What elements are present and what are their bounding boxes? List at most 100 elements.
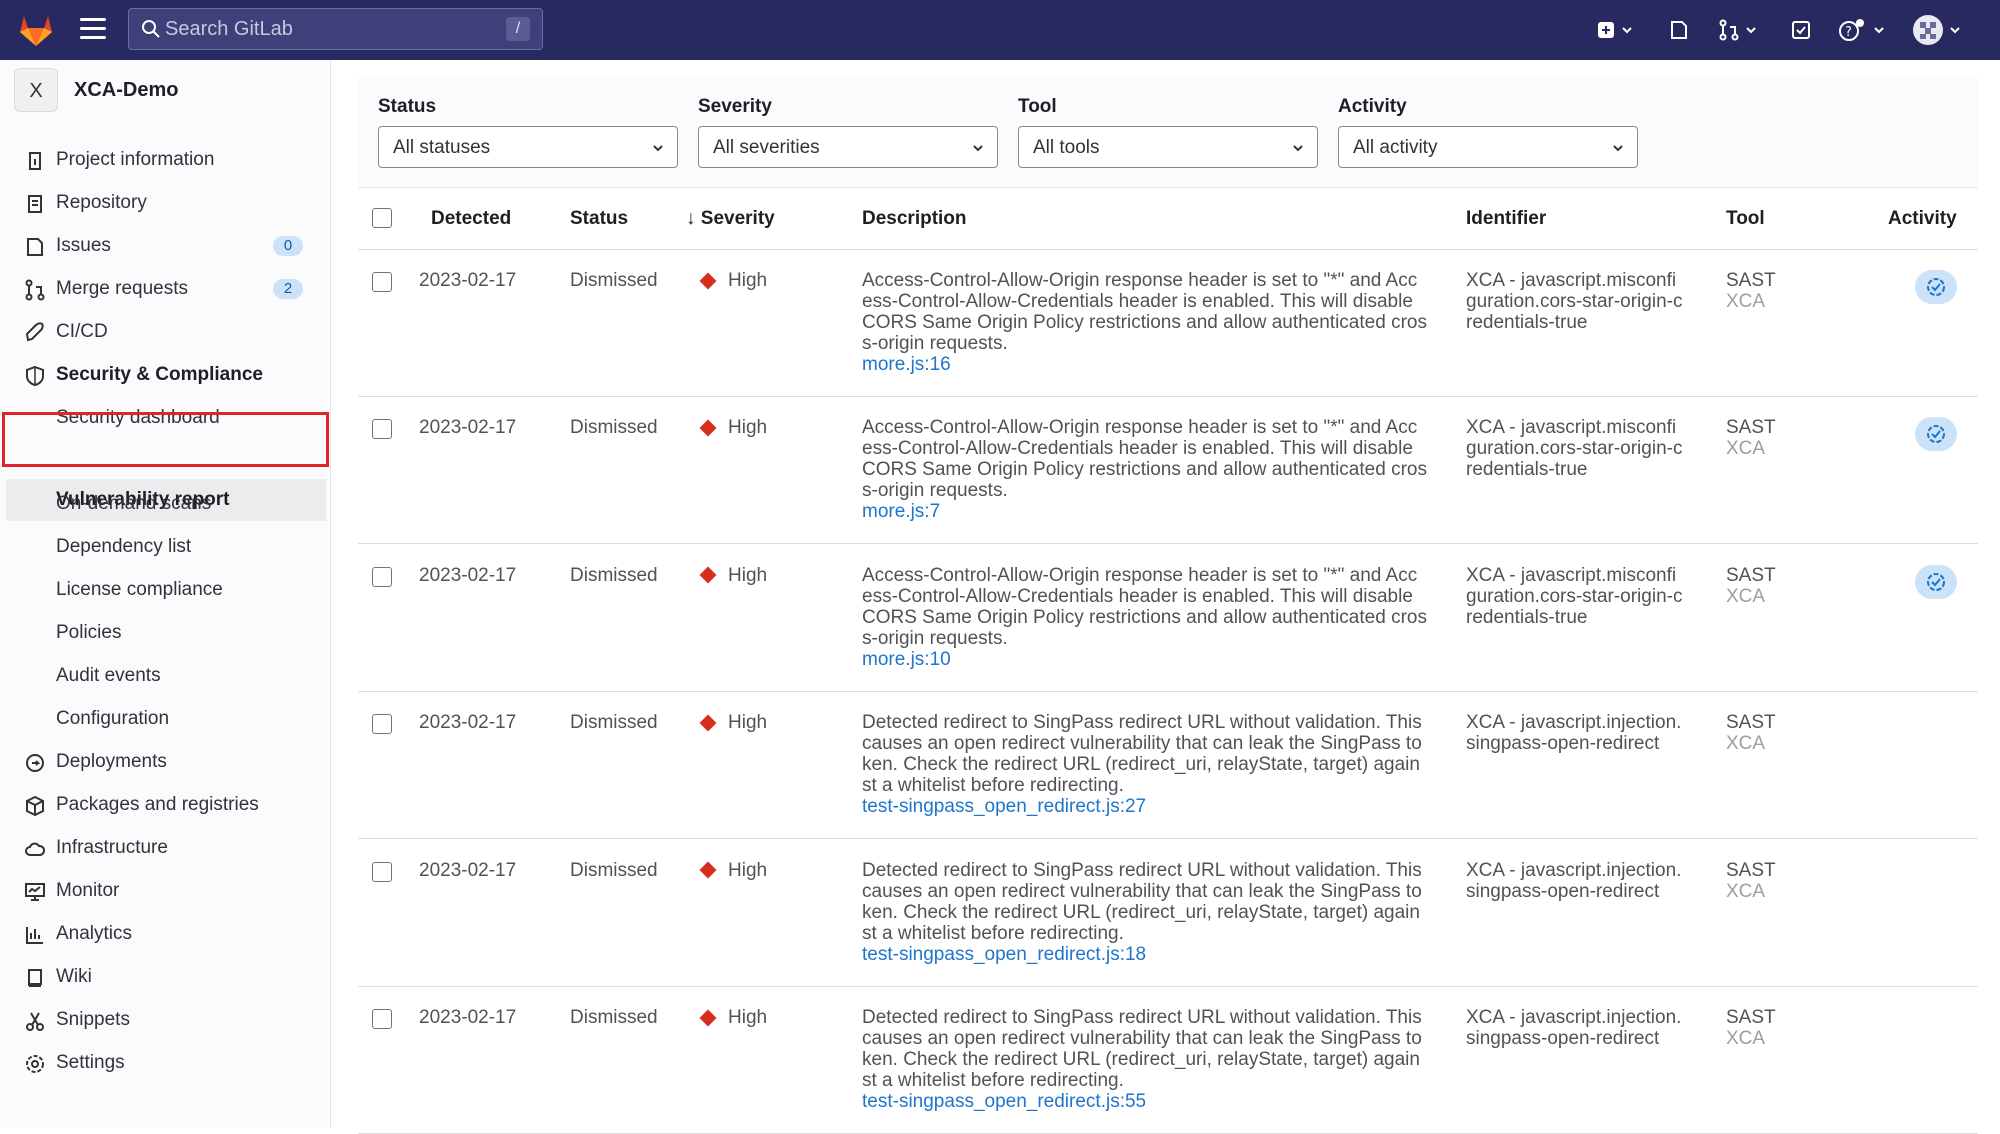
status-filter: Status All statuses (378, 96, 678, 168)
table-row[interactable]: 2023-02-17 Dismissed High Detected redirect… (358, 840, 1978, 987)
merge-requests-button[interactable] (1718, 14, 1758, 46)
sidebar-item-repository[interactable]: Repository (0, 183, 331, 223)
location-link[interactable]: more.js:10 (862, 649, 1427, 670)
header-detected[interactable]: Detected (431, 208, 511, 230)
chevron-down-icon (973, 145, 983, 152)
row-checkbox[interactable] (372, 419, 392, 440)
description-cell: Access-Control-Allow-Origin response hea… (862, 565, 1427, 670)
sidebar-item-configuration[interactable]: Configuration (0, 699, 331, 739)
sidebar-item-audit-events[interactable]: Audit events (0, 656, 331, 696)
sidebar-item-monitor[interactable]: Monitor (0, 871, 331, 911)
location-link[interactable]: test-singpass_open_redirect.js:27 (862, 796, 1427, 817)
description-cell: Detected redirect to SingPass redirect U… (862, 860, 1427, 965)
chevron-down-icon (1746, 27, 1756, 34)
detected-date: 2023-02-17 (419, 1007, 517, 1028)
severity-high-icon (699, 861, 717, 879)
select-all-checkbox[interactable] (372, 208, 392, 228)
sidebar-item-license-compliance[interactable]: License compliance (0, 570, 331, 610)
sidebar-item-on-demand-scans[interactable]: On-demand scans (0, 484, 331, 524)
menu-icon[interactable] (80, 18, 106, 42)
location-link[interactable]: more.js:7 (862, 501, 1427, 522)
dismissed-activity-badge[interactable] (1915, 417, 1957, 452)
tool-cell: SAST XCA (1726, 1007, 1776, 1049)
package-icon (26, 795, 44, 817)
tool-name: SAST (1726, 417, 1776, 439)
header-severity-sort[interactable]: ↓ Severity (686, 208, 775, 230)
description-text[interactable]: Detected redirect to SingPass redirect U… (862, 860, 1422, 944)
activity-dropdown[interactable]: All activity (1338, 126, 1638, 168)
status-text: Dismissed (570, 1007, 658, 1028)
create-new-button[interactable] (1596, 14, 1634, 46)
check-circle-dashed-icon (1927, 278, 1945, 296)
sort-arrow-down-icon: ↓ (686, 208, 696, 229)
severity-dropdown[interactable]: All severities (698, 126, 998, 168)
description-text[interactable]: Access-Control-Allow-Origin response hea… (862, 565, 1427, 649)
search-input[interactable]: Search GitLab / (128, 8, 543, 50)
gitlab-logo-icon[interactable] (16, 12, 56, 48)
sidebar-item-policies[interactable]: Policies (0, 613, 331, 653)
severity-high-icon (699, 272, 717, 289)
description-text[interactable]: Detected redirect to SingPass redirect U… (862, 712, 1422, 796)
row-checkbox[interactable] (372, 272, 392, 292)
description-text[interactable]: Access-Control-Allow-Origin response hea… (862, 270, 1427, 354)
description-cell: Detected redirect to SingPass redirect U… (862, 1007, 1427, 1112)
identifier-text: XCA - javascript.injection.singpass-open… (1466, 859, 1682, 902)
sidebar-item-merge-requests[interactable]: Merge requests 2 (0, 269, 331, 309)
todos-button[interactable] (1790, 14, 1812, 46)
status-text: Dismissed (570, 859, 658, 881)
sidebar-item-dependency-list[interactable]: Dependency list (0, 527, 331, 567)
description-text[interactable]: Detected redirect to SingPass redirect U… (862, 1007, 1422, 1091)
tool-vendor: XCA (1726, 291, 1766, 312)
tool-dropdown[interactable]: All tools (1018, 126, 1318, 168)
identifier-text: XCA - javascript.misconfiguration.cors-s… (1466, 564, 1683, 628)
severity-high-icon (699, 1009, 717, 1026)
dismissed-activity-badge[interactable] (1915, 564, 1957, 599)
location-link[interactable]: test-singpass_open_redirect.js:18 (862, 944, 1427, 965)
row-checkbox[interactable] (372, 714, 392, 735)
table-row[interactable]: 2023-02-17 Dismissed High Detected redirect… (358, 692, 1978, 840)
header-tool[interactable]: Tool (1726, 208, 1765, 230)
project-header[interactable]: X XCA-Demo (14, 68, 178, 112)
project-avatar: X (14, 68, 58, 112)
sidebar-item-security-compliance[interactable]: Security & Compliance (0, 355, 331, 395)
sidebar-item-infrastructure[interactable]: Infrastructure (0, 828, 331, 868)
sidebar-item-ci-cd[interactable]: CI/CD (0, 312, 331, 352)
tool-name: SAST (1726, 859, 1776, 881)
issues-button[interactable] (1668, 14, 1690, 46)
dismissed-activity-badge[interactable] (1915, 270, 1957, 304)
check-circle-dashed-icon (1927, 572, 1945, 591)
identifier-text: XCA - javascript.misconfiguration.cors-s… (1466, 417, 1683, 481)
row-checkbox[interactable] (372, 566, 392, 587)
activity-filter-label: Activity (1338, 96, 1407, 117)
user-menu-button[interactable] (1912, 14, 1962, 46)
chevron-down-icon (1293, 145, 1303, 152)
sidebar-item-issues[interactable]: Issues 0 (0, 226, 331, 266)
detected-date: 2023-02-17 (419, 417, 517, 439)
header-status[interactable]: Status (570, 208, 628, 230)
sidebar-item-settings[interactable]: Settings (0, 1043, 331, 1083)
table-row[interactable]: 2023-02-17 Dismissed High Access-Control-Al… (358, 397, 1978, 545)
header-description: Description (862, 208, 967, 229)
description-text[interactable]: Access-Control-Allow-Origin response hea… (862, 417, 1427, 501)
identifier-text: XCA - javascript.misconfiguration.cors-s… (1466, 270, 1683, 333)
table-row[interactable]: 2023-02-17 Dismissed High Access-Control-Al… (358, 545, 1978, 692)
sidebar-item-project-information[interactable]: Project information (0, 140, 331, 180)
row-checkbox[interactable] (372, 1009, 392, 1029)
sidebar-item-deployments[interactable]: Deployments (0, 742, 331, 782)
sidebar-item-analytics[interactable]: Analytics (0, 914, 331, 954)
table-row[interactable]: 2023-02-17 Dismissed High Detected redirect… (358, 987, 1978, 1134)
sidebar-item-snippets[interactable]: Snippets (0, 1000, 331, 1040)
severity-cell: High (696, 565, 767, 586)
help-button[interactable]: ? (1838, 14, 1886, 46)
table-row[interactable]: 2023-02-17 Dismissed High Access-Control-Al… (358, 250, 1978, 397)
table-header: Detected Status ↓ Severity Description I… (358, 188, 1978, 250)
location-link[interactable]: more.js:16 (862, 354, 1427, 375)
tool-filter: Tool All tools (1018, 96, 1318, 168)
status-dropdown[interactable]: All statuses (378, 126, 678, 168)
sidebar-item-wiki[interactable]: Wiki (0, 957, 331, 997)
sidebar-item-packages-registries[interactable]: Packages and registries (0, 785, 331, 825)
tool-vendor: XCA (1726, 880, 1766, 902)
svg-text:?: ? (1845, 25, 1852, 40)
location-link[interactable]: test-singpass_open_redirect.js:55 (862, 1091, 1427, 1112)
row-checkbox[interactable] (372, 861, 392, 882)
